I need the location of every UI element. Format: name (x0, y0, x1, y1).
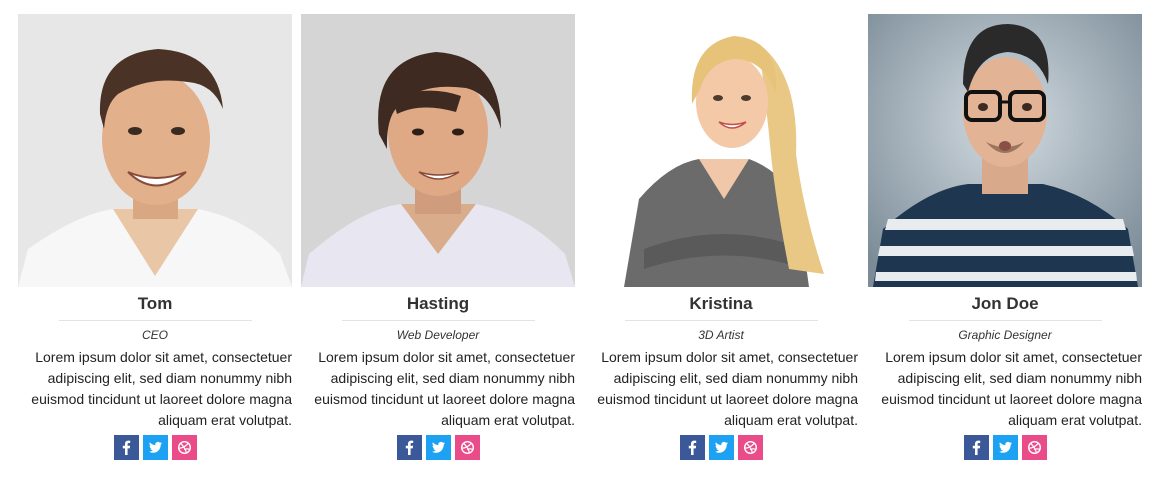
member-photo (868, 14, 1142, 287)
twitter-icon[interactable] (142, 435, 168, 460)
dribbble-icon[interactable] (737, 435, 763, 460)
twitter-icon[interactable] (708, 435, 734, 460)
member-bio: Lorem ipsum dolor sit amet, consectetuer… (314, 349, 575, 428)
member-bio: Lorem ipsum dolor sit amet, consectetuer… (597, 349, 858, 428)
dribbble-icon[interactable] (1021, 435, 1047, 460)
facebook-icon[interactable] (679, 435, 705, 460)
divider (624, 320, 818, 321)
member-name: Kristina (689, 294, 753, 313)
team-member-card: Jon Doe Graphic Designer Lorem ipsum dol… (868, 14, 1142, 460)
twitter-icon[interactable] (425, 435, 451, 460)
divider (341, 320, 535, 321)
member-name: Jon Doe (971, 294, 1039, 313)
team-section: Tom CEO Lorem ipsum dolor sit amet, cons… (18, 14, 1144, 474)
social-links (584, 435, 858, 460)
member-photo (301, 14, 575, 287)
member-role: 3D Artist (698, 328, 744, 342)
divider (908, 320, 1102, 321)
member-role: Web Developer (396, 328, 480, 342)
member-bio: Lorem ipsum dolor sit amet, consectetuer… (31, 349, 292, 428)
team-member-card: Hasting Web Developer Lorem ipsum dolor … (301, 14, 575, 460)
member-name: Tom (137, 294, 173, 313)
member-photo (584, 14, 858, 287)
social-links (18, 435, 292, 460)
facebook-icon[interactable] (963, 435, 989, 460)
member-photo (18, 14, 292, 287)
social-links (868, 435, 1142, 460)
member-role: Graphic Designer (958, 328, 1052, 342)
team-member-card: Kristina 3D Artist Lorem ipsum dolor sit… (584, 14, 858, 460)
member-name: Hasting (406, 294, 470, 313)
divider (58, 320, 252, 321)
dribbble-icon[interactable] (454, 435, 480, 460)
facebook-icon[interactable] (396, 435, 422, 460)
dribbble-icon[interactable] (171, 435, 197, 460)
facebook-icon[interactable] (113, 435, 139, 460)
member-bio: Lorem ipsum dolor sit amet, consectetuer… (881, 349, 1142, 428)
team-member-card: Tom CEO Lorem ipsum dolor sit amet, cons… (18, 14, 292, 460)
social-links (301, 435, 575, 460)
member-role: CEO (141, 328, 168, 342)
twitter-icon[interactable] (992, 435, 1018, 460)
